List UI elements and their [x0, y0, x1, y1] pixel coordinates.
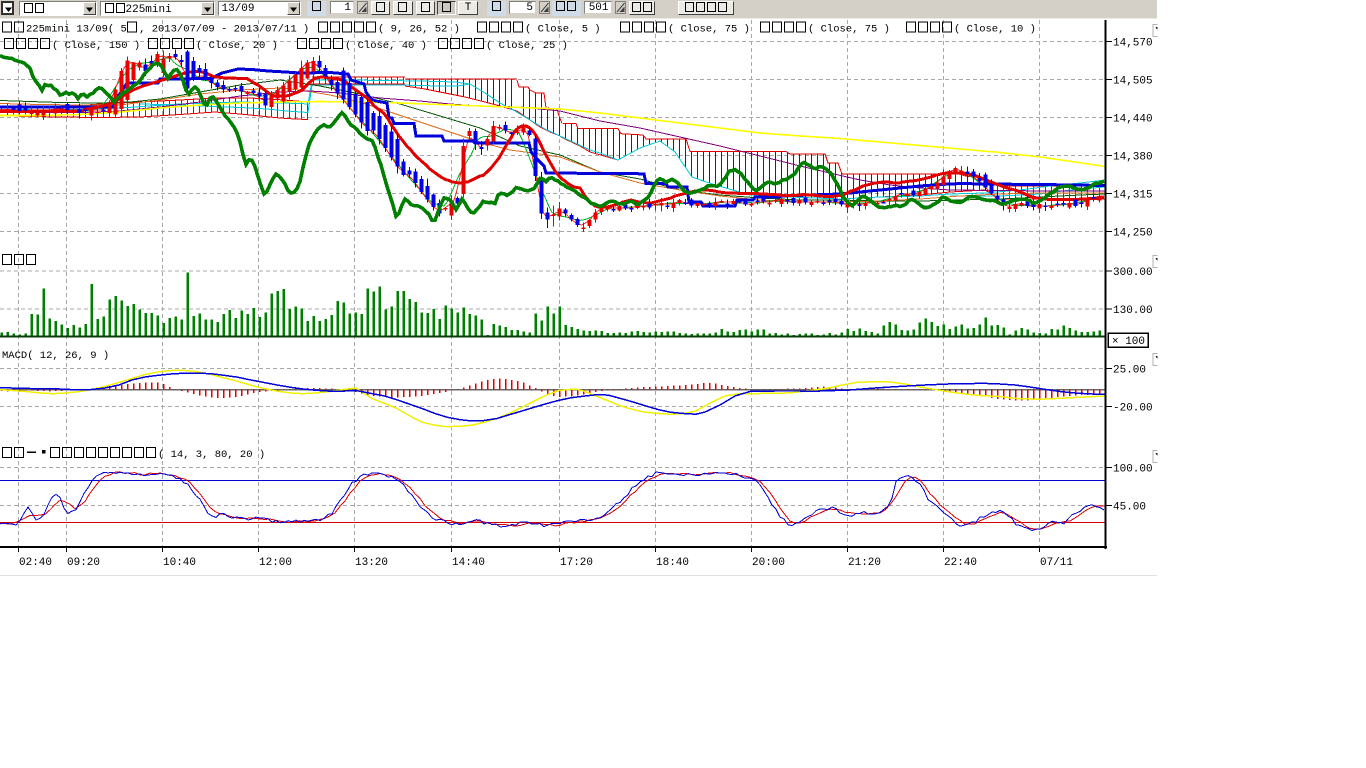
svg-text:( Close, 75 ): ( Close, 75 )	[808, 24, 890, 36]
svg-text:( Close, 40 ): ( Close, 40 )	[345, 40, 427, 52]
svg-text:12:00: 12:00	[259, 557, 292, 569]
svg-text:225mini 13/09( 5: 225mini 13/09( 5	[26, 24, 127, 36]
svg-text:18:40: 18:40	[656, 557, 689, 569]
svg-text:09:20: 09:20	[67, 557, 100, 569]
svg-text:14,440: 14,440	[1113, 114, 1153, 126]
svg-text:14,380: 14,380	[1113, 152, 1153, 164]
svg-text:17:20: 17:20	[560, 557, 593, 569]
svg-text:300.00: 300.00	[1113, 267, 1153, 279]
svg-text:14,570: 14,570	[1113, 38, 1153, 50]
svg-text:45.00: 45.00	[1113, 502, 1146, 514]
svg-text:, 2013/07/09 - 2013/07/11 ): , 2013/07/09 - 2013/07/11 )	[139, 24, 309, 36]
svg-text:( Close, 25 ): ( Close, 25 )	[486, 40, 568, 52]
svg-text:13:20: 13:20	[355, 557, 388, 569]
svg-text:25.00: 25.00	[1113, 365, 1146, 377]
svg-text:130.00: 130.00	[1113, 305, 1153, 317]
svg-text:MACD( 12, 26, 9 ): MACD( 12, 26, 9 )	[2, 350, 109, 362]
svg-text:20:00: 20:00	[752, 557, 785, 569]
svg-text:100.00: 100.00	[1113, 464, 1153, 476]
svg-text:( 14, 3, 80, 20 ): ( 14, 3, 80, 20 )	[158, 449, 265, 461]
svg-text:14,250: 14,250	[1113, 228, 1153, 240]
svg-text:07/11: 07/11	[1040, 557, 1073, 569]
svg-text:( Close, 150 ): ( Close, 150 )	[52, 40, 140, 52]
svg-text:14,315: 14,315	[1113, 190, 1153, 202]
svg-text:( Close, 20 ): ( Close, 20 )	[196, 40, 278, 52]
svg-text:10:40: 10:40	[163, 557, 196, 569]
svg-text:( Close, 75 ): ( Close, 75 )	[668, 24, 750, 36]
svg-text:× 100: × 100	[1112, 336, 1145, 348]
svg-text:14,505: 14,505	[1113, 76, 1153, 88]
svg-text:( 9, 26, 52 ): ( 9, 26, 52 )	[378, 24, 460, 36]
svg-text:( Close, 5 ): ( Close, 5 )	[525, 24, 601, 36]
svg-text:02:40: 02:40	[19, 557, 52, 569]
svg-text:22:40: 22:40	[944, 557, 977, 569]
svg-text:21:20: 21:20	[848, 557, 881, 569]
svg-text:( Close, 10 ): ( Close, 10 )	[954, 24, 1036, 36]
svg-text:14:40: 14:40	[452, 557, 485, 569]
svg-text:-20.00: -20.00	[1113, 403, 1153, 415]
